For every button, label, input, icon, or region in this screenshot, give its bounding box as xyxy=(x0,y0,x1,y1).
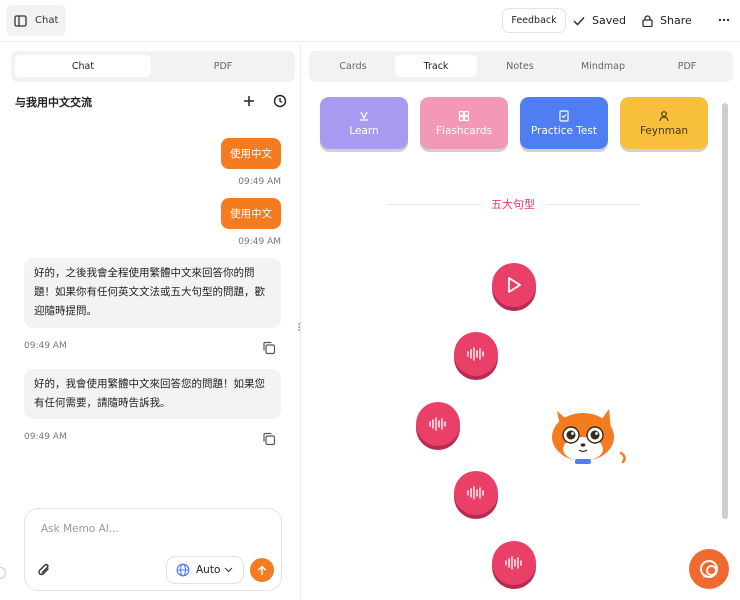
saved-status: Saved xyxy=(573,8,626,33)
user-message-bubble: 使用中文 xyxy=(221,138,281,169)
message-composer[interactable]: Ask Memo AI... Auto xyxy=(24,508,282,591)
audio-wave-icon xyxy=(505,556,522,570)
learn-icon xyxy=(360,111,368,121)
top-bar: Chat Feedback Saved Share xyxy=(0,0,740,42)
new-chat-button[interactable] xyxy=(241,93,257,109)
track-node-play[interactable] xyxy=(492,263,536,307)
paperclip-icon xyxy=(38,563,49,576)
attach-button[interactable] xyxy=(37,562,52,578)
message-input[interactable]: Ask Memo AI... xyxy=(41,523,119,535)
plus-icon xyxy=(244,96,254,106)
message-timestamp: 09:49 AM xyxy=(24,341,67,351)
flashcards-mode-label: Flashcards xyxy=(436,124,492,137)
sidebar-toggle-icon xyxy=(14,14,27,27)
flashcards-icon xyxy=(458,110,470,121)
study-panel: Cards Track Notes Mindmap PDF Learn Flas… xyxy=(301,43,740,600)
tab-track[interactable]: Track xyxy=(395,55,477,77)
collapse-handle[interactable] xyxy=(0,567,6,579)
audio-wave-icon xyxy=(467,347,484,361)
conversation-title: 与我用中文交流 xyxy=(15,96,92,109)
play-icon xyxy=(508,277,521,293)
scrollbar[interactable] xyxy=(722,103,728,519)
section-divider-right xyxy=(546,204,639,205)
message-timestamp: 09:49 AM xyxy=(24,432,67,442)
flashcards-mode-button[interactable]: Flashcards xyxy=(420,97,508,149)
message-timestamp: 09:49 AM xyxy=(238,237,281,247)
practice-test-mode-label: Practice Test xyxy=(531,124,597,137)
fox-mascot-icon xyxy=(552,409,626,464)
chat-toggle-label: Chat xyxy=(35,15,59,26)
copy-icon[interactable] xyxy=(262,431,276,446)
copy-icon[interactable] xyxy=(262,340,276,355)
chat-bubble-icon xyxy=(700,560,718,578)
chat-panel: Chat PDF 与我用中文交流 使用中文 09:49 AM 使用中文 09:4… xyxy=(0,43,300,600)
track-node-audio[interactable] xyxy=(492,541,536,585)
section-divider-left xyxy=(387,204,479,205)
audio-wave-icon xyxy=(429,417,446,431)
chat-history-button[interactable] xyxy=(272,93,288,109)
track-node-audio[interactable] xyxy=(454,332,498,376)
audio-wave-icon xyxy=(467,486,484,500)
more-options-button[interactable] xyxy=(714,10,734,30)
feynman-icon xyxy=(659,110,669,121)
feedback-button[interactable]: Feedback xyxy=(502,8,566,33)
arrow-up-icon xyxy=(257,564,267,575)
lock-icon xyxy=(642,14,653,27)
assistant-message-bubble: 好的，之後我會全程使用繁體中文來回答你的問題！如果你有任何英文文法或五大句型的問… xyxy=(24,258,281,328)
track-node-audio[interactable] xyxy=(416,402,460,446)
left-panel-tabs: Chat PDF xyxy=(11,51,295,82)
message-timestamp: 09:49 AM xyxy=(238,177,281,187)
chevron-down-icon xyxy=(224,567,233,573)
share-button[interactable]: Share xyxy=(642,8,692,33)
tab-notes[interactable]: Notes xyxy=(479,55,561,77)
learn-mode-label: Learn xyxy=(349,124,379,137)
tab-pdf-right[interactable]: PDF xyxy=(646,55,728,77)
clock-icon xyxy=(273,94,287,108)
language-select-value: Auto xyxy=(196,564,221,576)
tab-mindmap[interactable]: Mindmap xyxy=(562,55,644,77)
tab-cards[interactable]: Cards xyxy=(312,55,394,77)
chat-panel-toggle-button[interactable]: Chat xyxy=(6,5,66,36)
saved-label: Saved xyxy=(592,14,626,27)
practice-test-mode-button[interactable]: Practice Test xyxy=(520,97,608,149)
more-horizontal-icon xyxy=(718,18,730,22)
support-chat-button[interactable] xyxy=(689,549,729,589)
assistant-message-bubble: 好的，我會使用繁體中文來回答您的問題！如果您有任何需要，請隨時告訴我。 xyxy=(24,369,281,419)
track-node-audio[interactable] xyxy=(454,471,498,515)
learn-mode-button[interactable]: Learn xyxy=(320,97,408,149)
practice-test-icon xyxy=(559,109,569,122)
send-button[interactable] xyxy=(250,558,274,582)
globe-icon xyxy=(176,563,190,577)
user-message-bubble: 使用中文 xyxy=(221,198,281,229)
check-icon xyxy=(573,16,585,26)
feynman-mode-button[interactable]: Feynman xyxy=(620,97,708,149)
feynman-mode-label: Feynman xyxy=(639,124,689,137)
language-select[interactable]: Auto xyxy=(166,556,244,584)
right-panel-tabs: Cards Track Notes Mindmap PDF xyxy=(309,51,733,82)
share-label: Share xyxy=(660,14,692,27)
tab-chat[interactable]: Chat xyxy=(15,55,151,77)
tab-pdf-left[interactable]: PDF xyxy=(155,55,291,77)
track-section-title: 五大句型 xyxy=(491,198,535,211)
